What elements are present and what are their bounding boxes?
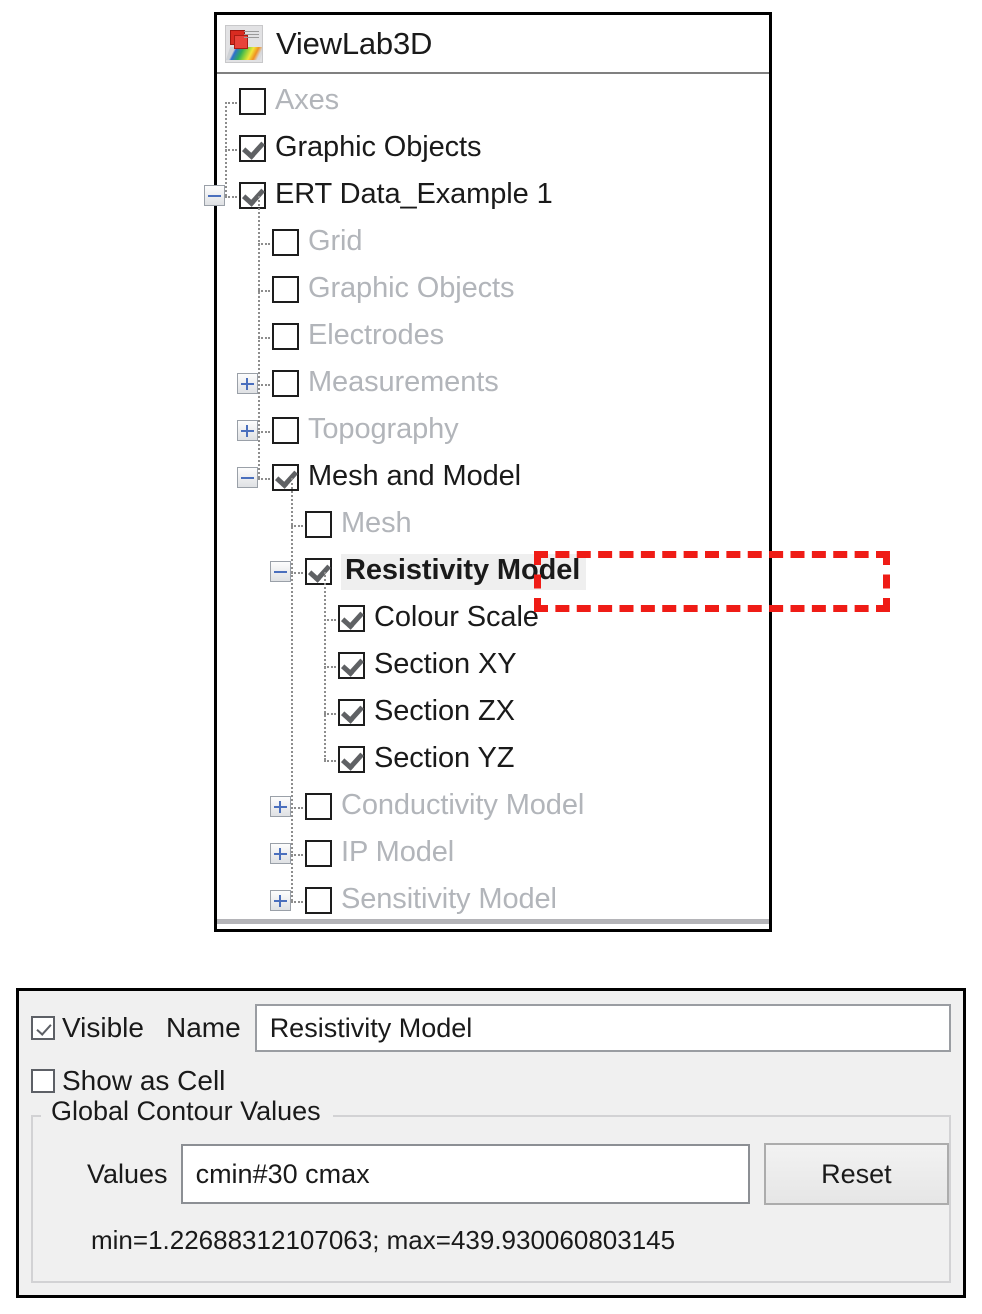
- tree-item-label: Mesh: [341, 506, 412, 539]
- tree-item-checkbox[interactable]: [338, 699, 365, 726]
- tree-guide-line: [258, 195, 260, 478]
- tree-item-checkbox[interactable]: [272, 229, 299, 256]
- show-as-cell-checkbox[interactable]: [31, 1069, 55, 1093]
- visible-label: Visible: [62, 1012, 144, 1043]
- tree-item-label: Electrodes: [308, 318, 445, 351]
- collapse-minus-icon[interactable]: [270, 561, 291, 582]
- tree-panel-titlebar: ViewLab3D: [217, 15, 769, 74]
- tree-item-label: ERT Data_Example 1: [275, 177, 553, 210]
- tree-item-checkbox[interactable]: [272, 370, 299, 397]
- reset-button[interactable]: Reset: [763, 1143, 949, 1205]
- show-as-cell-label: Show as Cell: [62, 1065, 226, 1096]
- tree-item-measurements[interactable]: Measurements: [217, 360, 769, 407]
- tree-item-label: Measurements: [308, 365, 499, 398]
- tree-item-topography[interactable]: Topography: [217, 407, 769, 454]
- tree-item-checkbox[interactable]: [305, 793, 332, 820]
- expand-plus-icon[interactable]: [270, 843, 291, 864]
- tree-item-label: Conductivity Model: [341, 788, 585, 821]
- tree-item-checkbox[interactable]: [239, 88, 266, 115]
- tree-item-checkbox[interactable]: [272, 417, 299, 444]
- tree-item-label: Sensitivity Model: [341, 882, 557, 915]
- minmax-status-text: min=1.22688312107063; max=439.9300608031…: [91, 1225, 676, 1255]
- tree-item-ert-data-example-1[interactable]: ERT Data_Example 1: [204, 172, 769, 219]
- tree-item-graphic-objects[interactable]: Graphic Objects: [217, 125, 769, 172]
- tree-item-checkbox[interactable]: [272, 276, 299, 303]
- tree-item-colour-scale[interactable]: Colour Scale: [217, 595, 769, 642]
- tree-item-label: Axes: [275, 83, 340, 116]
- tree-item-graphic-objects[interactable]: Graphic Objects: [217, 266, 769, 313]
- tree-guide-line: [291, 477, 293, 901]
- tree-item-label: Colour Scale: [374, 600, 539, 633]
- tree-item-checkbox[interactable]: [338, 746, 365, 773]
- tree-item-grid[interactable]: Grid: [217, 219, 769, 266]
- tree-item-checkbox[interactable]: [272, 464, 299, 491]
- expand-plus-icon[interactable]: [237, 420, 258, 441]
- visible-checkbox[interactable]: [31, 1016, 55, 1040]
- tree-item-checkbox[interactable]: [272, 323, 299, 350]
- tree-item-conductivity-model[interactable]: Conductivity Model: [217, 783, 769, 830]
- tree-item-label: Topography: [308, 412, 459, 445]
- tree-item-section-yz[interactable]: Section YZ: [217, 736, 769, 783]
- tree-item-checkbox[interactable]: [305, 840, 332, 867]
- tree-item-sensitivity-model[interactable]: Sensitivity Model: [217, 877, 769, 924]
- tree-item-label: Graphic Objects: [308, 271, 515, 304]
- tree-item-mesh-and-model[interactable]: Mesh and Model: [217, 454, 769, 501]
- tree-item-checkbox[interactable]: [239, 135, 266, 162]
- visible-name-row: Visible Name Resistivity Model: [31, 1001, 951, 1055]
- tree-item-label: Grid: [308, 224, 363, 257]
- name-label: Name: [165, 1012, 241, 1043]
- tree-item-label: Mesh and Model: [308, 459, 521, 492]
- tree-guide-line: [324, 759, 336, 762]
- tree-item-label: Section YZ: [374, 741, 515, 774]
- tree-guide-line: [324, 571, 326, 760]
- viewlab3d-tree-panel: ViewLab3D Axes Graphic Objects ERT Data_Ex…: [204, 12, 890, 932]
- tree-item-mesh[interactable]: Mesh: [217, 501, 769, 548]
- tree-view[interactable]: Axes Graphic Objects ERT Data_Example 1 Gri…: [204, 74, 769, 927]
- tree-item-checkbox[interactable]: [239, 182, 266, 209]
- tree-item-checkbox[interactable]: [305, 558, 332, 585]
- tree-item-axes[interactable]: Axes: [217, 78, 769, 125]
- expand-plus-icon[interactable]: [270, 796, 291, 817]
- name-input[interactable]: Resistivity Model: [254, 1004, 951, 1052]
- tree-item-label: Resistivity Model: [341, 553, 587, 590]
- tree-guide-line: [225, 101, 227, 196]
- collapse-minus-icon[interactable]: [204, 185, 225, 206]
- app-title: ViewLab3D: [276, 25, 433, 61]
- tree-item-label: IP Model: [341, 835, 455, 868]
- tree-item-resistivity-model[interactable]: Resistivity Model: [217, 548, 769, 595]
- tree-item-ip-model[interactable]: IP Model: [217, 830, 769, 877]
- tree-item-section-zx[interactable]: Section ZX: [217, 689, 769, 736]
- values-input[interactable]: cmin#30 cmax: [180, 1144, 750, 1204]
- tree-item-checkbox[interactable]: [305, 887, 332, 914]
- expand-plus-icon[interactable]: [237, 373, 258, 394]
- collapse-minus-icon[interactable]: [237, 467, 258, 488]
- tree-item-label: Section ZX: [374, 694, 515, 727]
- tree-guide-line: [258, 477, 270, 480]
- tree-guide-line: [225, 195, 237, 198]
- tree-item-checkbox[interactable]: [305, 511, 332, 538]
- viewlab3d-app-icon: [225, 24, 263, 63]
- tree-item-label: Section XY: [374, 647, 517, 680]
- expand-plus-icon[interactable]: [270, 890, 291, 911]
- values-row: Values cmin#30 cmax Reset: [33, 1115, 949, 1205]
- tree-guide-line: [291, 900, 303, 903]
- properties-panel: Visible Name Resistivity Model Show as C…: [16, 988, 966, 1298]
- tree-panel-bottom-strip: [217, 918, 769, 927]
- tree-item-label: Graphic Objects: [275, 130, 482, 163]
- global-contour-values-group: Global Contour Values Values cmin#30 cma…: [31, 1096, 951, 1283]
- group-title: Global Contour Values: [45, 1096, 327, 1127]
- values-label: Values: [87, 1158, 168, 1189]
- tree-item-section-xy[interactable]: Section XY: [217, 642, 769, 689]
- tree-item-electrodes[interactable]: Electrodes: [217, 313, 769, 360]
- tree-item-checkbox[interactable]: [338, 652, 365, 679]
- tree-item-checkbox[interactable]: [338, 605, 365, 632]
